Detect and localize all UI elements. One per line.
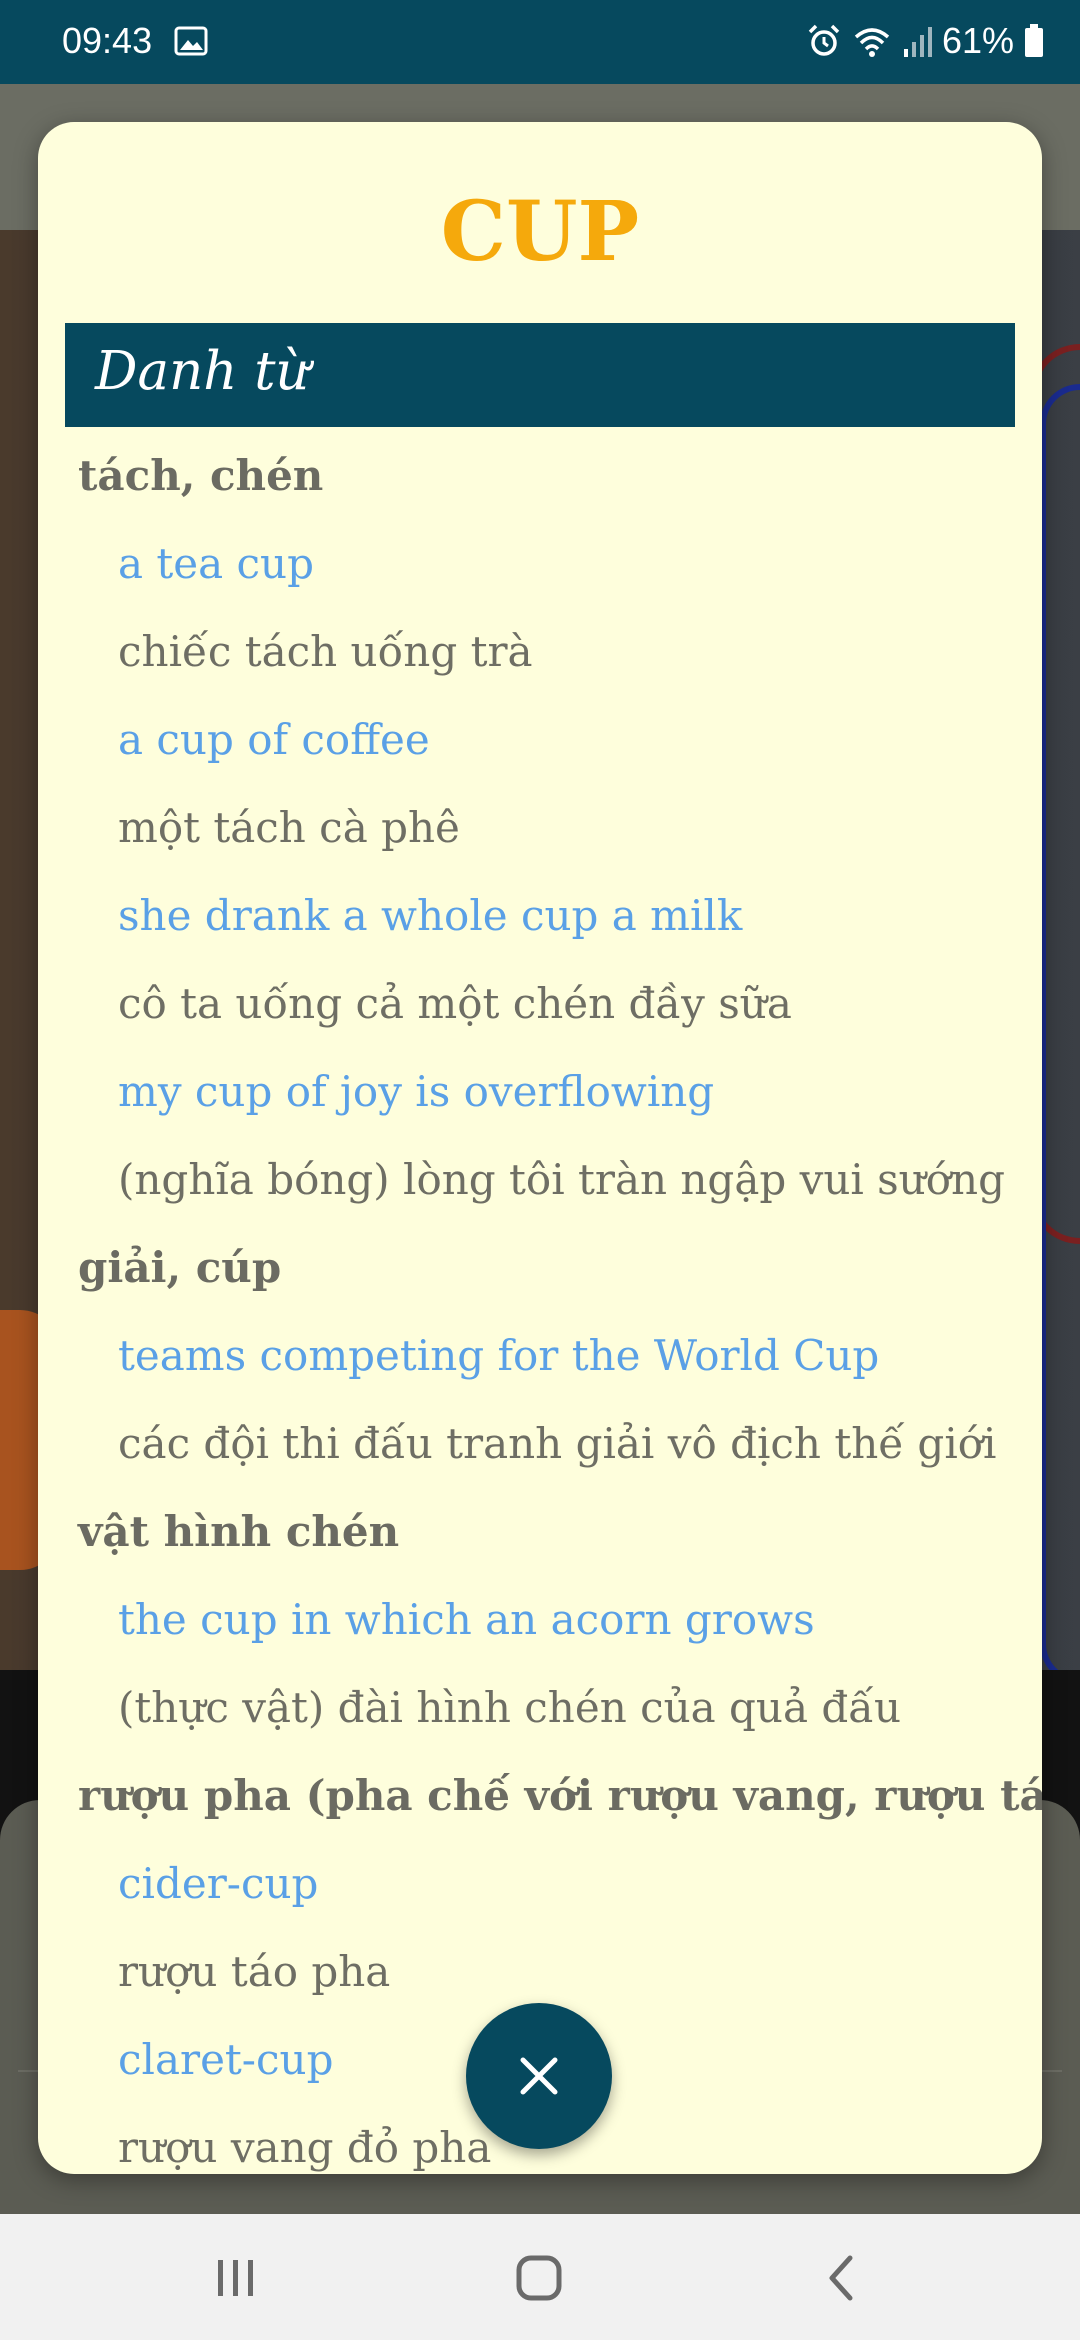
example-translation: một tách cà phê: [118, 803, 460, 852]
example-phrase: a tea cup: [118, 539, 314, 588]
example-phrase: a cup of coffee: [118, 715, 430, 764]
sense-heading: tách, chén: [78, 451, 324, 500]
example-translation: các đội thi đấu tranh giải vô địch thế g…: [118, 1419, 997, 1468]
example-translation: (nghĩa bóng) lòng tôi tràn ngập vui sướn…: [118, 1155, 1005, 1204]
part-of-speech-header: Danh từ: [65, 323, 1015, 427]
part-of-speech-label: Danh từ: [95, 341, 310, 402]
example-translation: (thực vật) đài hình chén của quả đấu: [118, 1683, 902, 1732]
system-nav-bar: [0, 2214, 1080, 2340]
status-bar: 09:43 61%: [0, 0, 1080, 84]
word-title: CUP: [440, 184, 640, 280]
example-translation: chiếc tách uống trà: [118, 627, 533, 676]
wifi-icon: [854, 28, 890, 57]
alarm-icon: [808, 24, 840, 56]
battery-percent: 61%: [941, 20, 1014, 61]
close-icon: [520, 2057, 558, 2095]
background-decoration: [1040, 384, 1080, 1684]
status-icons: 61%: [806, 20, 1044, 62]
battery-icon: [1025, 24, 1043, 57]
example-phrase: the cup in which an acorn grows: [118, 1595, 815, 1644]
definition-dialog: CUP Danh từ tách, chén a tea cup chiếc tác…: [38, 122, 1042, 2174]
example-phrase: she drank a whole cup a milk: [118, 891, 743, 940]
sense-heading: vật hình chén: [78, 1507, 400, 1556]
image-icon: [174, 26, 208, 56]
example-phrase: my cup of joy is overflowing: [118, 1067, 715, 1116]
definition-list[interactable]: tách, chén a tea cup chiếc tách uống trà a …: [38, 432, 1042, 2174]
recents-icon[interactable]: [206, 2248, 266, 2308]
example-translation: cô ta uống cả một chén đầy sữa: [118, 979, 792, 1028]
home-icon[interactable]: [509, 2248, 569, 2308]
example-phrase: teams competing for the World Cup: [118, 1331, 880, 1380]
sense-heading: giải, cúp: [78, 1243, 282, 1292]
back-icon[interactable]: [812, 2248, 872, 2308]
status-time: 09:43: [62, 20, 153, 61]
signal-icon: [903, 27, 932, 57]
sense-heading: rượu pha (pha chế với rượu vang, rượu tá…: [78, 1771, 1042, 1820]
close-button[interactable]: [466, 2003, 612, 2149]
example-phrase: cider-cup: [118, 1859, 319, 1908]
